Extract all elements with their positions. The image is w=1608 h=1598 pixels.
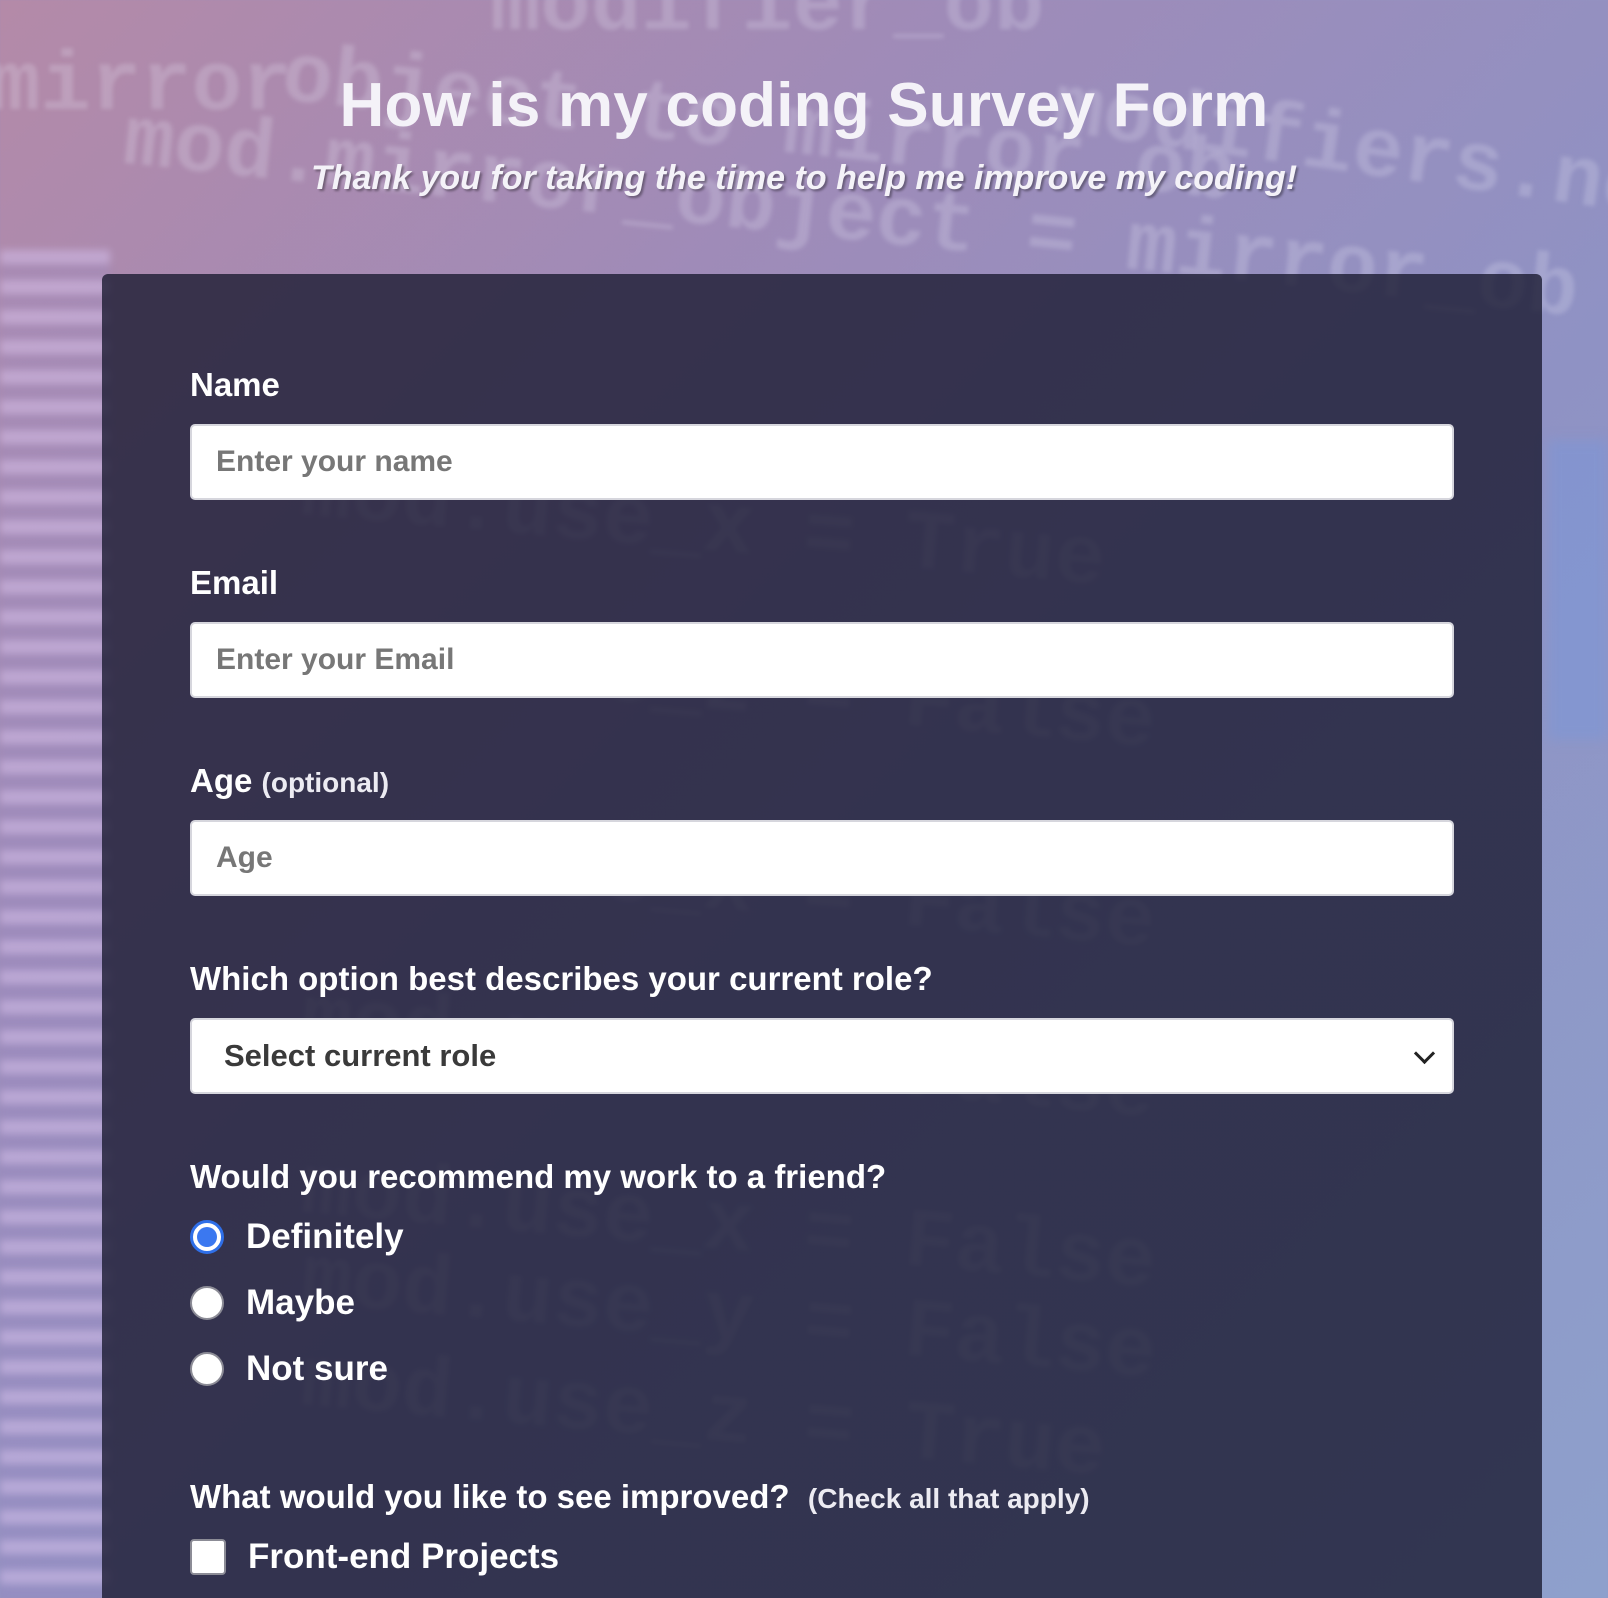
recommend-options: Definitely Maybe Not sure [190, 1204, 1454, 1402]
background-code-line: modifier_ob [490, 0, 1045, 55]
role-select[interactable]: Select current role [190, 1018, 1454, 1094]
checkbox-option-front-end-projects[interactable]: Front-end Projects [190, 1524, 1454, 1590]
radio-button-maybe[interactable] [190, 1286, 224, 1320]
checkbox-label-front-end-projects[interactable]: Front-end Projects [248, 1537, 559, 1577]
page-description: Thank you for taking the time to help me… [310, 159, 1298, 197]
age-label-text: Age [190, 762, 253, 799]
radio-option-definitely[interactable]: Definitely [190, 1204, 1454, 1270]
radio-option-not-sure[interactable]: Not sure [190, 1336, 1454, 1402]
improve-label-text: What would you like to see improved? [190, 1478, 790, 1515]
radio-label-definitely[interactable]: Definitely [246, 1217, 404, 1257]
improve-label: What would you like to see improved? (Ch… [190, 1478, 1454, 1516]
age-input[interactable] [190, 820, 1454, 896]
radio-label-maybe[interactable]: Maybe [246, 1283, 355, 1323]
improve-hint: (Check all that apply) [807, 1483, 1090, 1514]
background-blur-panel [1548, 440, 1608, 740]
recommend-group: Would you recommend my work to a friend?… [190, 1158, 1454, 1402]
role-label: Which option best describes your current… [190, 960, 933, 997]
radio-button-not-sure[interactable] [190, 1352, 224, 1386]
name-group: Name [190, 366, 1454, 500]
name-label: Name [190, 366, 280, 403]
role-group: Which option best describes your current… [190, 960, 1454, 1094]
age-label: Age (optional) [190, 762, 1454, 800]
name-input[interactable] [190, 424, 1454, 500]
role-select-value: Select current role [224, 1038, 497, 1073]
chevron-down-icon [1413, 1042, 1436, 1065]
radio-button-definitely[interactable] [190, 1220, 224, 1254]
radio-option-maybe[interactable]: Maybe [190, 1270, 1454, 1336]
email-input[interactable] [190, 622, 1454, 698]
radio-label-not-sure[interactable]: Not sure [246, 1349, 388, 1389]
survey-form: Name Email Age (optional) Which option b… [102, 274, 1542, 1598]
email-group: Email [190, 564, 1454, 698]
improve-options: Front-end Projects [190, 1524, 1454, 1590]
page-title: How is my coding Survey Form [339, 71, 1269, 140]
background-blur-stripes [0, 250, 110, 1598]
page-header: How is my coding Survey Form Thank you f… [0, 70, 1608, 198]
age-group: Age (optional) [190, 762, 1454, 896]
recommend-label: Would you recommend my work to a friend? [190, 1158, 887, 1195]
checkbox-front-end-projects[interactable] [190, 1539, 226, 1575]
age-optional-hint: (optional) [261, 767, 390, 798]
improve-group: What would you like to see improved? (Ch… [190, 1478, 1454, 1590]
email-label: Email [190, 564, 279, 601]
